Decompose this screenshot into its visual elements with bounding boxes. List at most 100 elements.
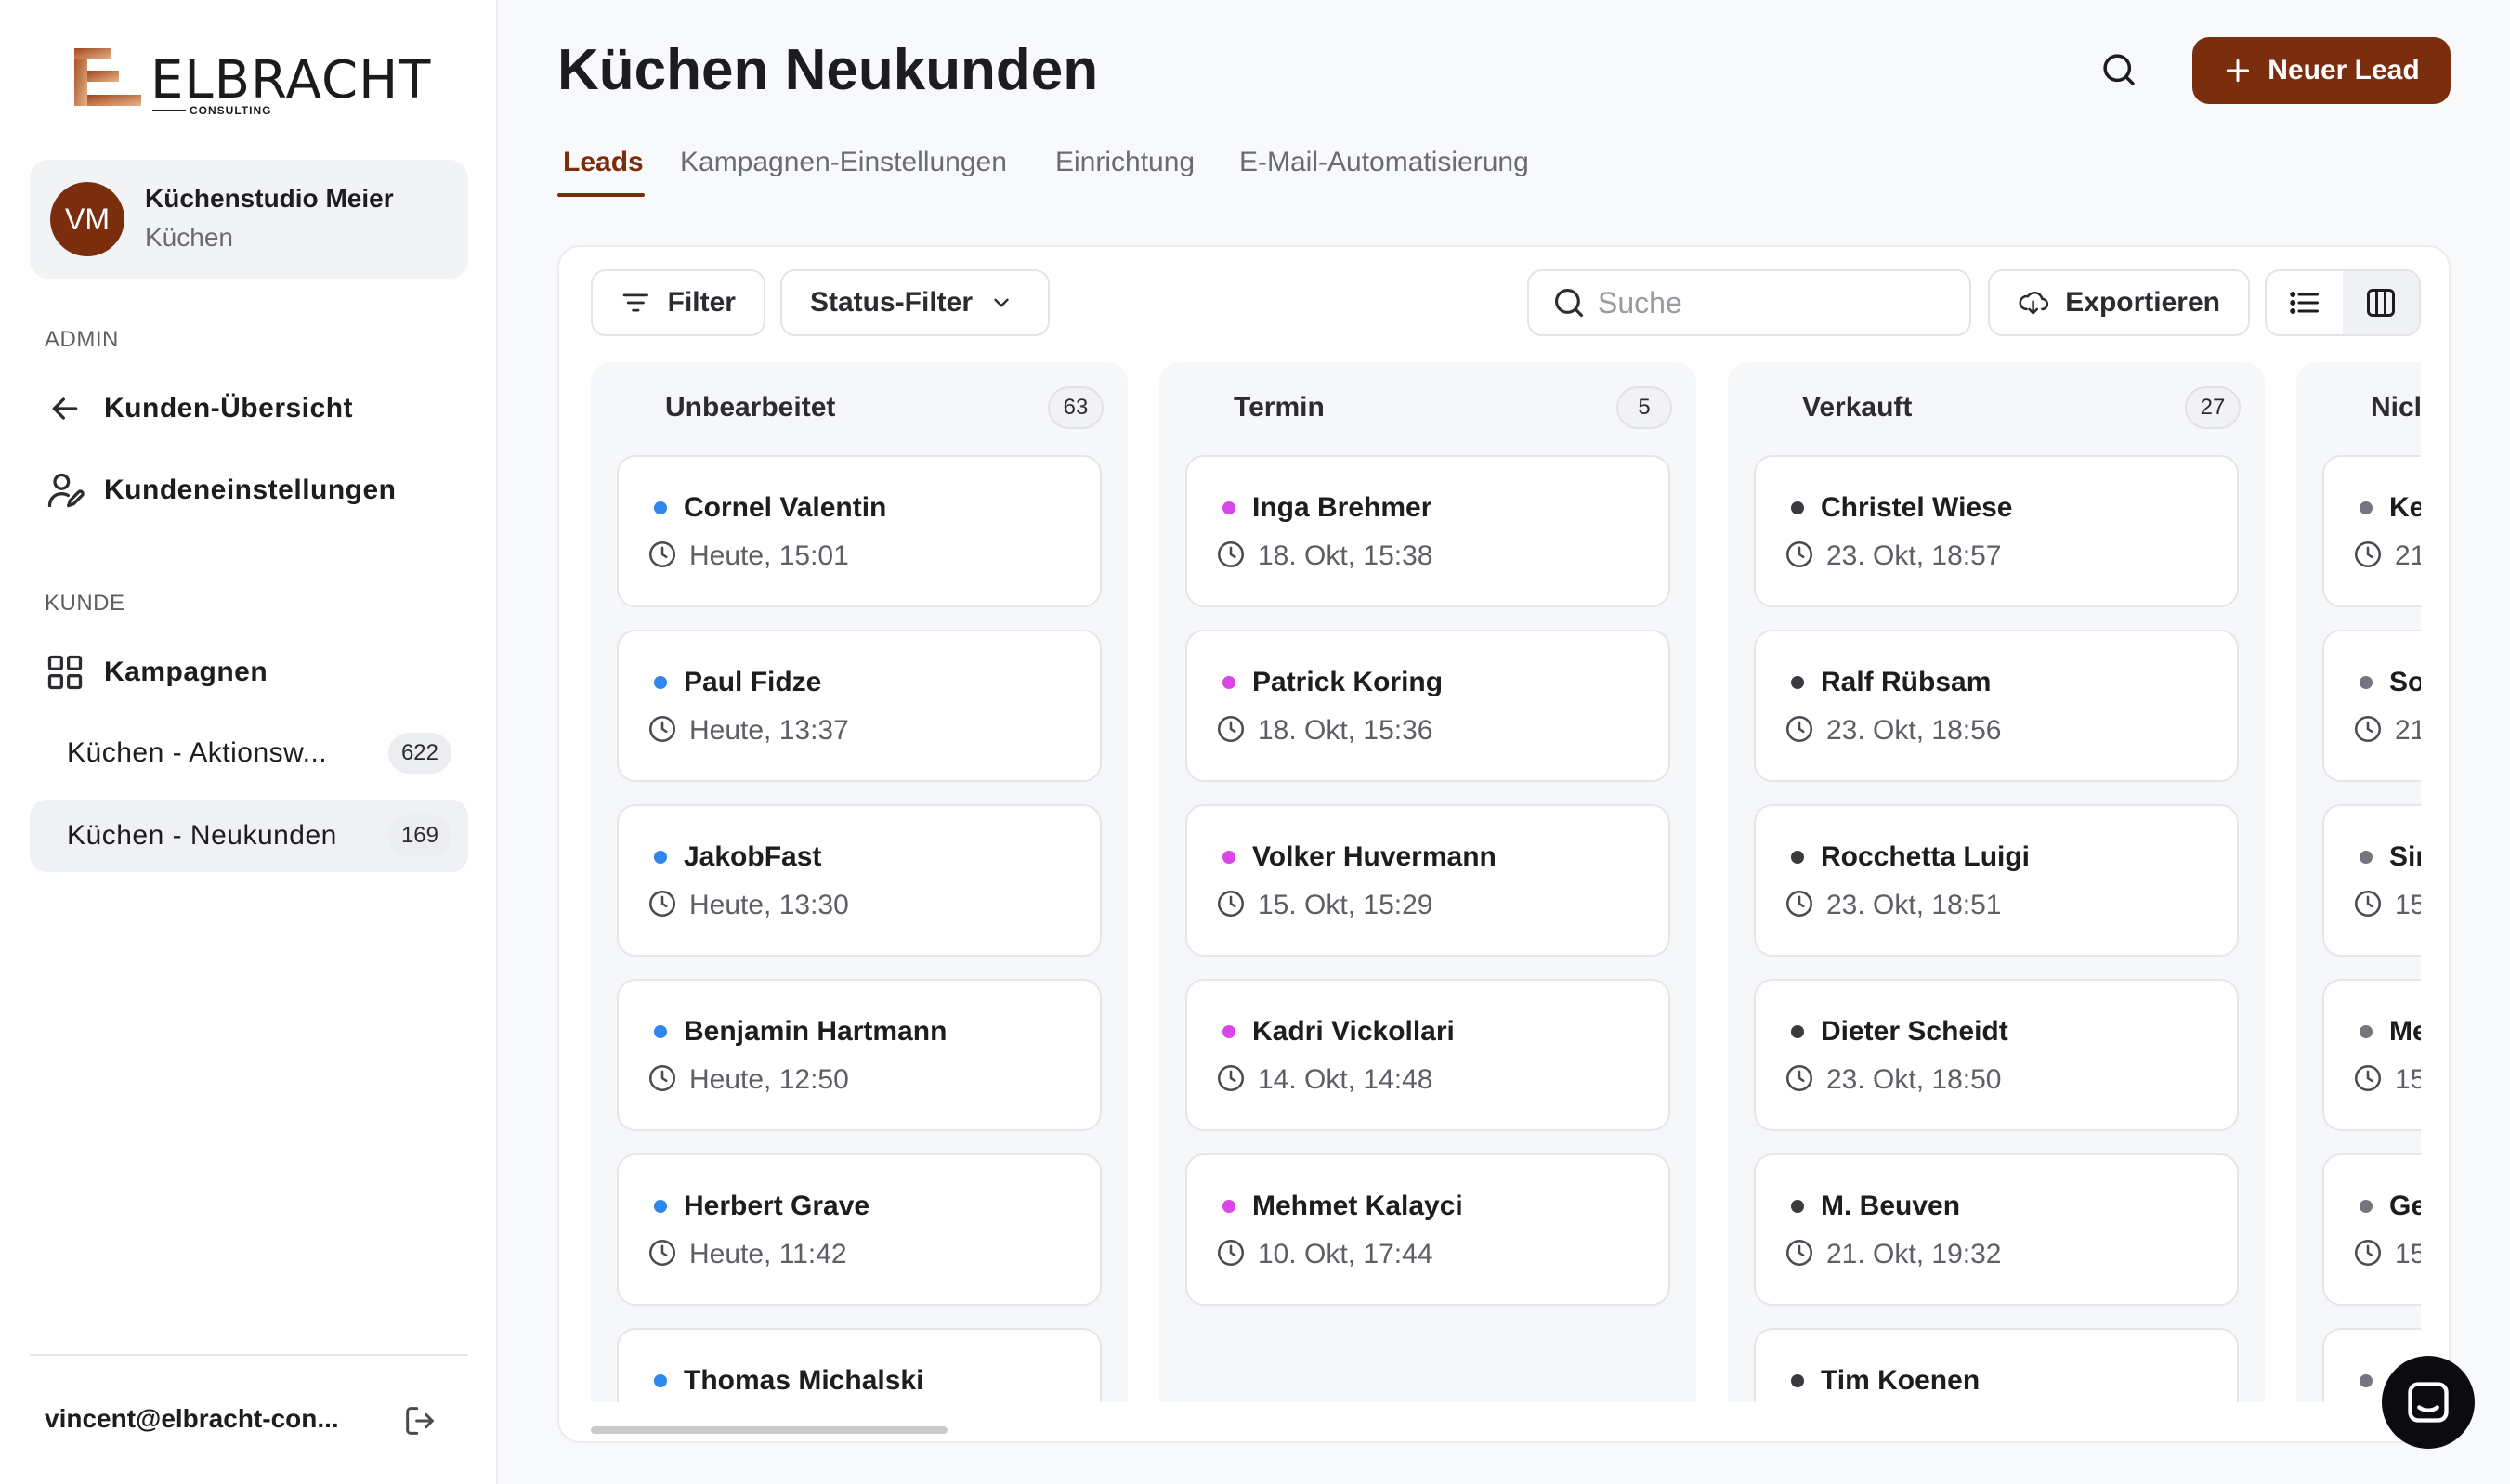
lead-timestamp: Heute, 13:37 [689, 715, 849, 746]
sidebar-item-kampagnen[interactable]: Kampagnen [30, 637, 468, 708]
kanban-columns: Unbearbeitet 63 Cornel Valentin Heute, 15:0… [591, 362, 2421, 1402]
status-dot [1222, 1025, 1235, 1038]
elbracht-logo[interactable]: ELBRACHT CONSULTING [74, 46, 430, 117]
lead-card[interactable]: Tim Koenen [1754, 1328, 2239, 1402]
lead-name: Cornel Valentin [684, 492, 887, 523]
lead-card[interactable]: Patrick Koring 18. Okt, 15:36 [1185, 630, 1670, 782]
account-switcher[interactable]: VM Küchenstudio Meier Küchen [30, 160, 468, 279]
lead-name: JakobFast [684, 841, 822, 872]
column-title: Nicl [2371, 392, 2421, 423]
search-icon [2103, 54, 2135, 85]
campaign-item-aktionswochen[interactable]: Küchen - Aktionsw... 622 [30, 717, 468, 789]
kanban-column: Nicl Ke 21 So 21 Sir 15 Me 15 Ge 15 [2296, 362, 2421, 1402]
status-filter-dropdown[interactable]: Status-Filter [780, 269, 1050, 336]
campaign-label: Küchen - Aktionsw... [67, 737, 328, 768]
clock-icon [2354, 1239, 2382, 1267]
lead-timestamp: 10. Okt, 17:44 [1258, 1239, 1433, 1269]
export-button[interactable]: Exportieren [1988, 269, 2250, 336]
lead-name: Patrick Koring [1252, 667, 1444, 697]
kanban-column: Termin 5 Inga Brehmer 18. Okt, 15:38 Patrick… [1159, 362, 1696, 1402]
status-dot [1791, 676, 1804, 689]
lead-card[interactable]: Rocchetta Luigi 23. Okt, 18:51 [1754, 804, 2239, 957]
tab-einrichtung[interactable]: Einrichtung [1055, 147, 1195, 178]
lead-card[interactable]: Thomas Michalski [617, 1328, 1102, 1402]
logout-icon [406, 1407, 434, 1435]
chat-support-button[interactable] [2382, 1356, 2475, 1449]
list-view-button[interactable] [2267, 271, 2343, 334]
clock-icon [1217, 1064, 1245, 1092]
lead-card[interactable]: Benjamin Hartmann Heute, 12:50 [617, 979, 1102, 1131]
status-dot [1222, 1200, 1235, 1213]
clock-icon [648, 1239, 676, 1267]
lead-name: M. Beuven [1821, 1191, 1961, 1221]
clock-icon [648, 715, 676, 743]
status-dot [1222, 501, 1235, 514]
campaign-item-neukunden[interactable]: Küchen - Neukunden 169 [30, 800, 468, 872]
lead-search-input[interactable] [1598, 285, 1951, 320]
clock-icon [648, 890, 676, 918]
logo-mark-icon [74, 48, 141, 106]
account-name: Küchenstudio Meier [145, 184, 394, 213]
lead-card[interactable]: Herbert Grave Heute, 11:42 [617, 1153, 1102, 1306]
sidebar-item-label: Kunden-Übersicht [104, 393, 354, 423]
clock-icon [1217, 890, 1245, 918]
lead-card[interactable]: Cornel Valentin Heute, 15:01 [617, 455, 1102, 607]
lead-card[interactable]: Ge 15 [2322, 1153, 2421, 1306]
grid-icon [43, 650, 87, 695]
status-dot [2360, 851, 2373, 864]
tab-kampagnen-einstellungen[interactable]: Kampagnen-Einstellungen [680, 147, 1007, 178]
lead-card[interactable]: JakobFast Heute, 13:30 [617, 804, 1102, 957]
logout-button[interactable] [398, 1399, 442, 1443]
lead-card[interactable]: Sir 15 [2322, 804, 2421, 957]
kanban-column: Verkauft 27 Christel Wiese 23. Okt, 18:57 Ra… [1728, 362, 2265, 1402]
column-count-badge: 27 [2185, 386, 2241, 429]
scrollbar-thumb[interactable] [591, 1426, 948, 1434]
lead-card[interactable]: Dieter Scheidt 23. Okt, 18:50 [1754, 979, 2239, 1131]
status-dot [1791, 501, 1804, 514]
lead-timestamp: 15 [2395, 890, 2421, 920]
kanban-column: Unbearbeitet 63 Cornel Valentin Heute, 15:0… [591, 362, 1128, 1402]
lead-card[interactable]: M. Beuven 21. Okt, 19:32 [1754, 1153, 2239, 1306]
sidebar-item-kunden-uebersicht[interactable]: Kunden-Übersicht [30, 373, 468, 444]
active-tab-indicator [557, 193, 645, 197]
lead-timestamp: 23. Okt, 18:50 [1826, 1064, 2002, 1095]
sidebar-item-kundeneinstellungen[interactable]: Kundeneinstellungen [30, 455, 468, 526]
lead-card[interactable]: Paul Fidze Heute, 13:37 [617, 630, 1102, 782]
lead-name: Me [2389, 1016, 2421, 1047]
clock-icon [1785, 540, 1813, 568]
lead-timestamp: 21. Okt, 19:32 [1826, 1239, 2002, 1269]
new-lead-button[interactable]: Neuer Lead [2192, 37, 2451, 104]
lead-name: Thomas Michalski [684, 1365, 924, 1396]
status-dot [1791, 1025, 1804, 1038]
status-dot [654, 1374, 667, 1387]
lead-name: Volker Huvermann [1252, 841, 1497, 872]
status-dot [1222, 851, 1235, 864]
column-count-badge: 63 [1048, 386, 1104, 429]
lead-search-field[interactable] [1527, 269, 1971, 336]
status-dot [1791, 851, 1804, 864]
status-filter-label: Status-Filter [810, 287, 974, 318]
brand-name: ELBRACHT [150, 50, 432, 111]
lead-card[interactable]: Ralf Rübsam 23. Okt, 18:56 [1754, 630, 2239, 782]
global-search-button[interactable] [2096, 46, 2142, 93]
tab-email-automatisierung[interactable]: E-Mail-Automatisierung [1239, 147, 1529, 178]
page-title: Küchen Neukunden [557, 38, 1099, 102]
lead-card[interactable]: Inga Brehmer 18. Okt, 15:38 [1185, 455, 1670, 607]
horizontal-scrollbar[interactable] [591, 1426, 2421, 1434]
board-view-button[interactable] [2343, 271, 2419, 334]
tab-leads[interactable]: Leads [563, 147, 644, 178]
status-dot [654, 1025, 667, 1038]
lead-card[interactable]: Mehmet Kalayci 10. Okt, 17:44 [1185, 1153, 1670, 1306]
clock-icon [2354, 1064, 2382, 1092]
lead-card[interactable]: Kadri Vickollari 14. Okt, 14:48 [1185, 979, 1670, 1131]
lead-card[interactable]: Me 15 [2322, 979, 2421, 1131]
lead-timestamp: 15. Okt, 15:29 [1258, 890, 1433, 920]
lead-card[interactable]: Christel Wiese 23. Okt, 18:57 [1754, 455, 2239, 607]
lead-card[interactable]: Ke 21 [2322, 455, 2421, 607]
clock-icon [1785, 1064, 1813, 1092]
lead-timestamp: Heute, 11:42 [689, 1239, 847, 1269]
lead-card[interactable]: Volker Huvermann 15. Okt, 15:29 [1185, 804, 1670, 957]
status-dot [1791, 1374, 1804, 1387]
lead-card[interactable]: So 21 [2322, 630, 2421, 782]
filter-button[interactable]: Filter [591, 269, 765, 336]
